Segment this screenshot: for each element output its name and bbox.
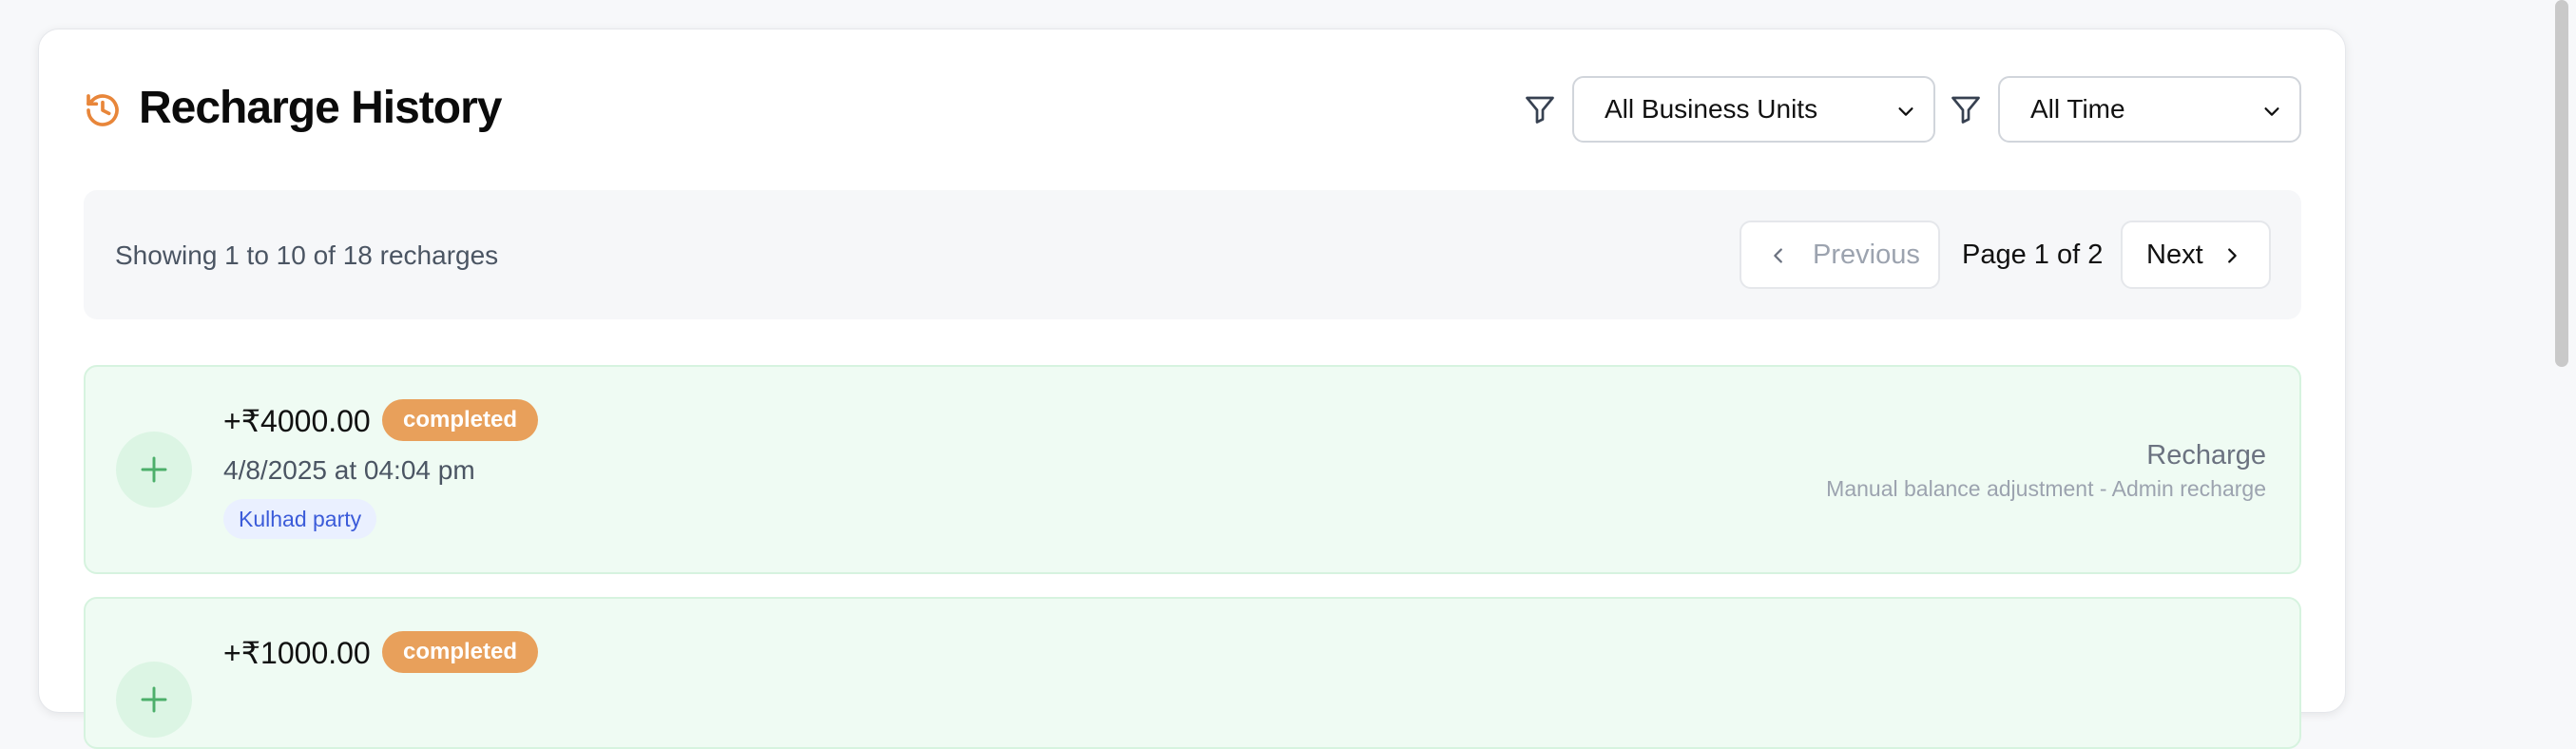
transaction-amount: +₹1000.00 — [223, 636, 371, 670]
previous-page-button[interactable]: Previous — [1740, 221, 1940, 289]
status-badge: completed — [382, 631, 538, 673]
chevron-down-icon — [1898, 107, 1913, 116]
transaction-amount: +₹4000.00 — [223, 404, 371, 438]
credit-indicator — [116, 662, 192, 738]
history-icon — [87, 94, 119, 126]
page-indicator: Page 1 of 2 — [1962, 240, 2104, 270]
transaction-item — [84, 597, 2301, 749]
business-unit-select[interactable]: All Business Units — [1572, 76, 1935, 143]
time-range-select-value: All Time — [2030, 94, 2125, 124]
plus-icon — [141, 456, 167, 483]
plus-icon — [141, 686, 167, 713]
next-button-label: Next — [2146, 240, 2203, 270]
credit-indicator — [116, 432, 192, 508]
filter-icon — [1951, 96, 1980, 124]
business-unit-select-value: All Business Units — [1605, 94, 1818, 124]
scrollbar-thumb[interactable] — [2555, 0, 2568, 367]
next-page-button[interactable]: Next — [2121, 221, 2271, 289]
transaction-date: 4/8/2025 at 04:04 pm — [223, 455, 475, 485]
chevron-left-icon — [1774, 248, 1782, 263]
filter-icon — [1526, 96, 1554, 124]
chevron-down-icon — [2264, 107, 2279, 116]
business-unit-tag: Kulhad party — [223, 499, 377, 539]
status-badge: completed — [382, 399, 538, 441]
time-range-select[interactable]: All Time — [1998, 76, 2301, 143]
transaction-description: Manual balance adjustment - Admin rechar… — [1826, 476, 2266, 501]
previous-button-label: Previous — [1813, 240, 1920, 270]
transaction-type: Recharge — [2146, 440, 2266, 471]
chevron-right-icon — [2228, 248, 2237, 263]
results-count: Showing 1 to 10 of 18 recharges — [115, 240, 499, 270]
page-title: Recharge History — [139, 83, 502, 133]
